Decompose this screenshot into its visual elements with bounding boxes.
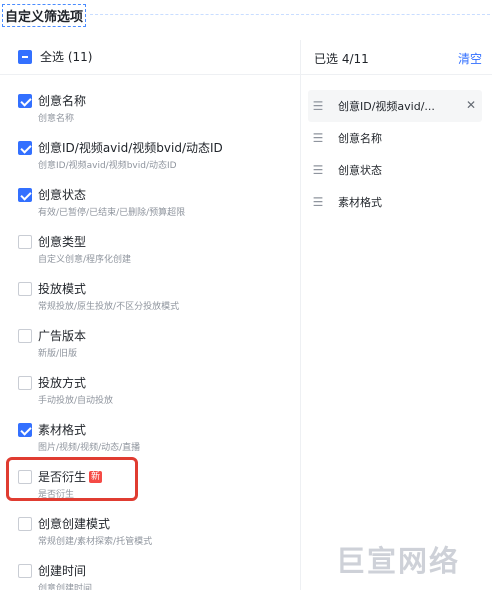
option-description: 创意名称 <box>38 114 75 124</box>
option-description: 创意创建时间 <box>38 584 93 590</box>
option-description: 手动投放/自动投放 <box>38 396 114 406</box>
option-label: 广告版本 <box>38 329 87 343</box>
selected-item[interactable]: ☰ 创意名称 <box>312 122 482 154</box>
drag-handle-icon[interactable]: ☰ <box>312 99 324 113</box>
checkbox-icon[interactable] <box>18 376 32 390</box>
checkbox-icon[interactable] <box>18 235 32 249</box>
option-description: 有效/已暂停/已结束/已删除/预算超限 <box>38 208 186 218</box>
option-item-creation-mode[interactable]: 创意创建模式 常规创建/素材探索/托管模式 <box>18 515 288 562</box>
divider-horizontal <box>0 74 492 75</box>
close-icon[interactable]: ✕ <box>466 98 476 112</box>
option-item-ad-version[interactable]: 广告版本 新版/旧版 <box>18 327 288 374</box>
option-description: 图片/视频/视频/动态/直播 <box>38 443 141 453</box>
drag-handle-icon[interactable]: ☰ <box>312 163 324 177</box>
checkbox-icon[interactable] <box>18 329 32 343</box>
option-label: 创意名称 <box>38 94 87 108</box>
drag-handle-icon[interactable]: ☰ <box>312 195 324 209</box>
option-item-creative-id[interactable]: 创意ID/视频avid/视频bvid/动态ID 创意ID/视频avid/视频bv… <box>18 139 288 186</box>
option-label: 投放方式 <box>38 376 87 390</box>
selected-item[interactable]: ☰ 创意ID/视频avid/... ✕ <box>308 90 482 122</box>
option-item-delivery-mode[interactable]: 投放模式 常规投放/原生投放/不区分投放模式 <box>18 280 288 327</box>
option-description: 常规创建/素材探索/托管模式 <box>38 537 153 547</box>
clear-button[interactable]: 清空 <box>458 50 482 67</box>
option-label: 创意ID/视频avid/视频bvid/动态ID <box>38 141 223 155</box>
checkbox-icon[interactable] <box>18 564 32 578</box>
dialog-header: 自定义筛选项 <box>0 0 492 28</box>
checkbox-icon[interactable] <box>18 282 32 296</box>
option-label: 创意状态 <box>38 188 87 202</box>
selected-count: 已选 4/11 <box>314 52 369 66</box>
option-label: 创意类型 <box>38 235 87 249</box>
option-item-creative-name[interactable]: 创意名称 创意名称 <box>18 92 288 139</box>
option-label: 创意创建模式 <box>38 517 111 531</box>
divider-vertical <box>300 40 301 590</box>
select-all-checkbox[interactable]: 全选 (11) <box>18 48 92 65</box>
watermark-text: 巨宣网络 <box>336 544 461 578</box>
option-label: 素材格式 <box>38 423 87 437</box>
selected-item[interactable]: ☰ 创意状态 <box>312 154 482 186</box>
header-divider <box>90 14 490 15</box>
drag-handle-icon[interactable]: ☰ <box>312 131 324 145</box>
highlight-annotation <box>6 457 138 501</box>
selected-item-label: 素材格式 <box>338 196 382 209</box>
option-description: 常规投放/原生投放/不区分投放模式 <box>38 302 180 312</box>
checkbox-checked-icon[interactable] <box>18 141 32 155</box>
select-all-label: 全选 (11) <box>40 50 93 64</box>
option-label: 创建时间 <box>38 564 87 578</box>
checkbox-icon[interactable] <box>18 517 32 531</box>
option-item-creative-status[interactable]: 创意状态 有效/已暂停/已结束/已删除/预算超限 <box>18 186 288 233</box>
checkbox-checked-icon[interactable] <box>18 188 32 202</box>
selected-list: ☰ 创意ID/视频avid/... ✕ ☰ 创意名称 ☰ 创意状态 ☰ 素材格式 <box>308 90 482 218</box>
checkbox-checked-icon[interactable] <box>18 94 32 108</box>
option-description: 自定义创意/程序化创建 <box>38 255 132 265</box>
option-item-create-time[interactable]: 创建时间 创意创建时间 <box>18 562 288 590</box>
option-list: 创意名称 创意名称 创意ID/视频avid/视频bvid/动态ID 创意ID/视… <box>18 92 288 590</box>
checkbox-checked-icon[interactable] <box>18 423 32 437</box>
selected-item-label: 创意ID/视频avid/... <box>338 100 435 113</box>
selected-item[interactable]: ☰ 素材格式 <box>312 186 482 218</box>
option-item-delivery-method[interactable]: 投放方式 手动投放/自动投放 <box>18 374 288 421</box>
option-item-creative-type[interactable]: 创意类型 自定义创意/程序化创建 <box>18 233 288 280</box>
option-description: 新版/旧版 <box>38 349 78 359</box>
selected-item-label: 创意名称 <box>338 132 382 145</box>
dialog-title: 自定义筛选项 <box>2 4 87 27</box>
option-label: 投放模式 <box>38 282 87 296</box>
indeterminate-checkbox-icon[interactable] <box>18 49 32 64</box>
option-description: 创意ID/视频avid/视频bvid/动态ID <box>38 161 177 171</box>
list-header: 全选 (11) 已选 4/11 清空 <box>0 42 492 70</box>
selected-item-label: 创意状态 <box>338 164 382 177</box>
